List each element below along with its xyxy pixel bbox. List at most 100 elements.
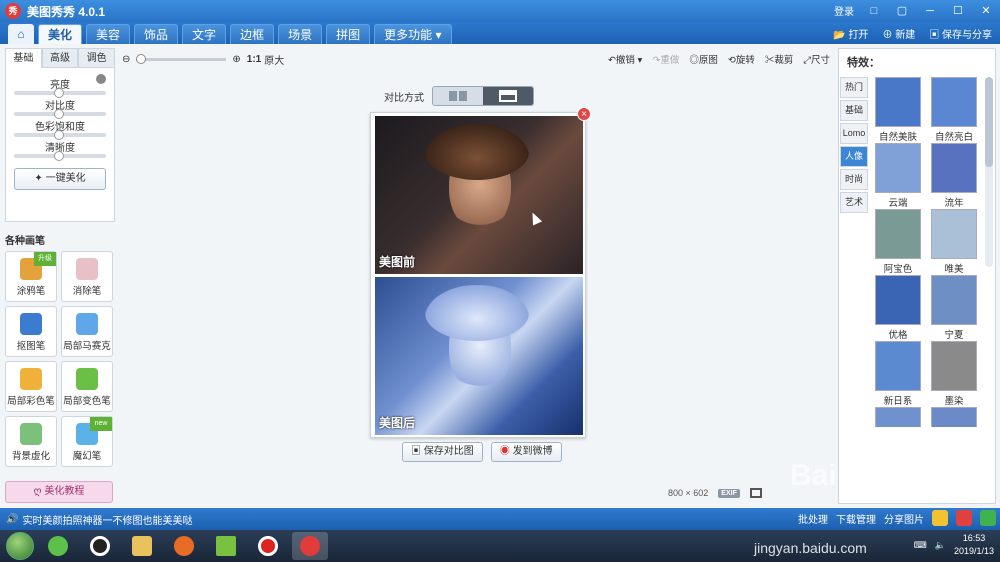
tab-collage[interactable]: 拼图 [326, 24, 371, 44]
slider-knob[interactable] [54, 151, 64, 161]
start-button[interactable] [6, 532, 34, 560]
compare-mode-label: 对比方式 [384, 92, 424, 104]
fit-screen-icon[interactable] [749, 488, 762, 498]
taskbar-app-record[interactable] [250, 532, 286, 560]
reset-icon[interactable] [96, 74, 106, 84]
side-by-side-button[interactable] [433, 87, 483, 105]
tab-more-functions[interactable]: 更多功能 ▾ [374, 24, 452, 44]
one-key-beautify-button[interactable]: ✦ 一键美化 [14, 168, 106, 190]
tab-scene[interactable]: 场景 [278, 24, 323, 44]
skin-icon[interactable]: □ [866, 4, 882, 18]
zoom-slider[interactable] [136, 53, 227, 64]
clock[interactable]: 16:53 2019/1/13 [954, 532, 994, 558]
zoom-ratio-button[interactable]: 1:1 [247, 54, 261, 65]
subtab-color[interactable]: 调色 [78, 48, 116, 68]
close-compare-button[interactable]: × [577, 107, 591, 121]
taskbar-app-qq[interactable] [82, 532, 118, 560]
zoom-out-icon[interactable]: ⊖ [122, 54, 130, 65]
brush-local-color[interactable]: 局部彩色笔 [5, 361, 57, 412]
category-lomo[interactable]: Lomo [840, 123, 868, 144]
original-size-button[interactable]: 原大 [264, 52, 284, 67]
promo-message[interactable]: 实时美颜拍照神器一不修图也能美美哒 [22, 512, 192, 527]
slider-knob[interactable] [54, 130, 64, 140]
login-link[interactable]: 登录 [834, 3, 854, 18]
brush-mosaic[interactable]: 局部马赛克 [61, 306, 113, 357]
effect-item[interactable]: 新日系 [873, 341, 923, 407]
effect-item[interactable]: 阿宝色 [873, 209, 923, 275]
effect-item[interactable]: 唯美 [929, 209, 979, 275]
exif-button[interactable]: EXIF [718, 488, 740, 498]
effects-scrollbar[interactable] [985, 77, 993, 267]
save-compare-button[interactable]: ▣ 保存对比图 [402, 442, 483, 462]
sharpness-slider[interactable] [14, 151, 106, 161]
top-bottom-button[interactable] [483, 87, 533, 105]
subtab-basic[interactable]: 基础 [5, 48, 42, 68]
volume-icon[interactable]: 🔈 [935, 539, 946, 552]
zoom-in-icon[interactable]: ⊕ [232, 54, 240, 65]
original-button[interactable]: ◎原图 [689, 52, 718, 66]
category-hot[interactable]: 热门 [840, 77, 868, 98]
effect-item[interactable]: 优格 [873, 275, 923, 341]
new-button[interactable]: ⊕ 新建 [882, 26, 915, 41]
rotate-button[interactable]: ⟲旋转 [728, 52, 755, 66]
category-art[interactable]: 艺术 [840, 192, 868, 213]
effect-item[interactable] [873, 407, 923, 427]
effect-item[interactable]: 自然美肤 [873, 77, 923, 143]
subtab-advanced[interactable]: 高级 [41, 48, 79, 68]
taskbar-app-media[interactable] [208, 532, 244, 560]
scissors-icon: ✂ [764, 55, 775, 66]
plus-icon[interactable] [980, 510, 996, 526]
tab-text[interactable]: 文字 [182, 24, 227, 44]
batch-button[interactable]: 批处理 [798, 511, 828, 526]
contrast-slider[interactable] [14, 109, 106, 119]
tab-border[interactable]: 边框 [230, 24, 275, 44]
message-icon[interactable]: ▢ [894, 4, 910, 18]
brush-magic[interactable]: 魔幻笔 new [61, 416, 113, 467]
close-button[interactable]: ✕ [978, 4, 994, 18]
tutorial-button[interactable]: ღ 美化教程 [5, 481, 113, 503]
effect-item[interactable]: 自然亮白 [929, 77, 979, 143]
save-share-button[interactable]: ▣ 保存与分享 [929, 26, 992, 41]
new-label: 新建 [895, 30, 916, 41]
slider-knob[interactable] [54, 109, 64, 119]
open-button[interactable]: 📂 打开 [833, 26, 868, 41]
tab-accessories[interactable]: 饰品 [134, 24, 179, 44]
home-button[interactable]: ⌂ [8, 24, 34, 44]
category-basic[interactable]: 基础 [840, 100, 868, 121]
redo-button[interactable]: ↷重做 [652, 52, 679, 66]
category-fashion[interactable]: 时尚 [840, 169, 868, 190]
download-manager-button[interactable]: 下载管理 [836, 511, 876, 526]
taskbar-app-360[interactable] [40, 532, 76, 560]
undo-button[interactable]: ↶撤销 ▾ [608, 52, 642, 66]
crop-button[interactable]: ✂裁剪 [765, 52, 794, 66]
category-portrait[interactable]: 人像 [840, 146, 868, 167]
slider-knob[interactable] [54, 88, 64, 98]
brush-recolor[interactable]: 局部变色笔 [61, 361, 113, 412]
taskbar-app-meitu[interactable] [292, 532, 328, 560]
size-button[interactable]: ⤢尺寸 [803, 52, 830, 66]
effect-item[interactable] [929, 407, 979, 427]
effect-item[interactable]: 云端 [873, 143, 923, 209]
effect-item[interactable]: 墨染 [929, 341, 979, 407]
brush-blur-bg[interactable]: 背景虚化 [5, 416, 57, 467]
maximize-button[interactable]: ☐ [950, 4, 966, 18]
minimize-button[interactable]: ─ [922, 4, 938, 18]
brush-eraser[interactable]: 消除笔 [61, 251, 113, 302]
taskbar-app-firefox[interactable] [166, 532, 202, 560]
share-image-button[interactable]: 分享图片 [884, 511, 924, 526]
saturation-slider[interactable] [14, 130, 106, 140]
effect-item[interactable]: 流年 [929, 143, 979, 209]
brush-doodle[interactable]: 涂鸦笔 升级 [5, 251, 57, 302]
scrollbar-thumb[interactable] [985, 77, 993, 167]
effect-item[interactable]: 宁夏 [929, 275, 979, 341]
brush-cutout[interactable]: 抠图笔 [5, 306, 57, 357]
weibo-icon[interactable] [956, 510, 972, 526]
brightness-slider[interactable] [14, 88, 106, 98]
taskbar-app-folder[interactable] [124, 532, 160, 560]
zoom-knob[interactable] [136, 53, 147, 64]
keyboard-icon[interactable]: ⌨ [914, 539, 927, 552]
post-weibo-button[interactable]: ◉ 发到微博 [490, 442, 562, 462]
star-icon[interactable] [932, 510, 948, 526]
tab-beautify[interactable]: 美化 [38, 24, 83, 44]
tab-makeup[interactable]: 美容 [86, 24, 131, 44]
